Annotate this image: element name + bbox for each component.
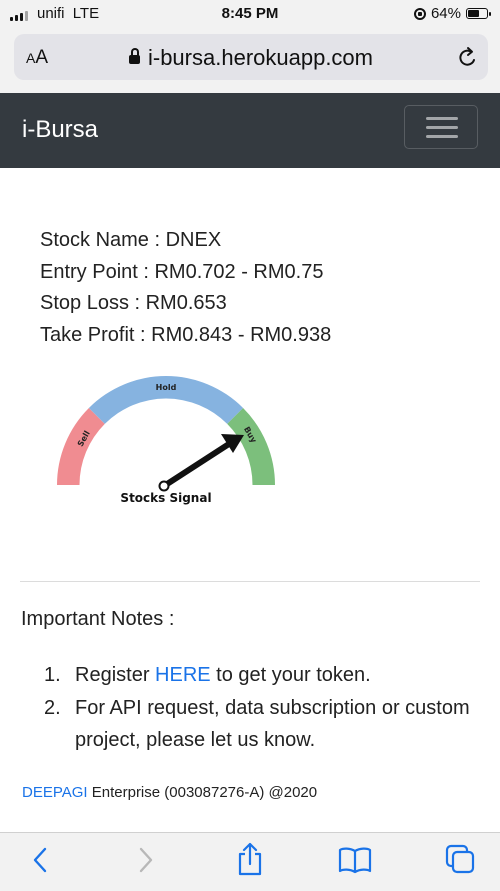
take-profit: Take Profit : RM0.843 - RM0.938 <box>40 323 332 346</box>
stock-name: Stock Name : DNEX <box>40 229 222 251</box>
status-bar: unifi LTE 8:45 PM 64% <box>0 0 500 30</box>
share-icon[interactable] <box>235 841 265 877</box>
stock-info: Stock Name : DNEX Entry Point : RM0.702 … <box>40 225 331 351</box>
list-number: 2. <box>44 696 61 719</box>
browser-address-bar: AA i-bursa.herokuapp.com <box>0 30 500 93</box>
battery-icon <box>466 8 491 19</box>
padlock-icon <box>128 48 140 64</box>
footer-text: Enterprise (003087276-A) @2020 <box>87 784 318 801</box>
footer: DEEPAGI Enterprise (003087276-A) @2020 <box>22 784 317 801</box>
list-number: 1. <box>44 664 61 686</box>
brand-logo[interactable]: i-Bursa <box>22 116 98 144</box>
notes-title: Important Notes : <box>21 608 175 630</box>
signal-gauge: Hold Sell Buy Stocks Signal <box>57 376 275 505</box>
reload-icon[interactable] <box>456 46 478 70</box>
bookmarks-book-icon[interactable] <box>337 845 373 875</box>
note-api-text: For API request, data subscription or cu… <box>75 696 470 752</box>
hamburger-menu-icon <box>426 117 458 120</box>
divider <box>20 581 480 582</box>
stop-loss: Stop Loss : RM0.653 <box>40 292 227 314</box>
url-text[interactable]: i-bursa.herokuapp.com <box>148 45 373 70</box>
entry-point: Entry Point : RM0.702 - RM0.75 <box>40 260 324 283</box>
tabs-icon[interactable] <box>444 843 476 877</box>
list-item: 1. Register HERE to get your token. <box>40 659 475 692</box>
notes-list: 1. Register HERE to get your token. 2. F… <box>40 659 475 757</box>
register-here-link[interactable]: HERE <box>155 664 211 686</box>
gauge-label-hold: Hold <box>156 383 177 392</box>
note-register-suffix: to get your token. <box>210 664 371 686</box>
status-right: 64% <box>413 5 491 22</box>
back-chevron-icon[interactable] <box>30 845 50 875</box>
browser-toolbar <box>0 832 500 891</box>
note-register-prefix: Register <box>75 664 156 686</box>
list-item: 2. For API request, data subscription or… <box>40 692 475 757</box>
gauge-needle <box>158 434 244 492</box>
forward-chevron-icon[interactable] <box>136 845 156 875</box>
url-field[interactable]: AA i-bursa.herokuapp.com <box>14 34 488 80</box>
hamburger-menu-button[interactable] <box>404 105 478 149</box>
site-navbar: i-Bursa <box>0 93 500 168</box>
company-link[interactable]: DEEPAGI <box>22 784 88 801</box>
rotation-lock-icon <box>413 7 426 20</box>
gauge-title: Stocks Signal <box>120 491 211 505</box>
battery-percent: 64% <box>430 5 461 22</box>
